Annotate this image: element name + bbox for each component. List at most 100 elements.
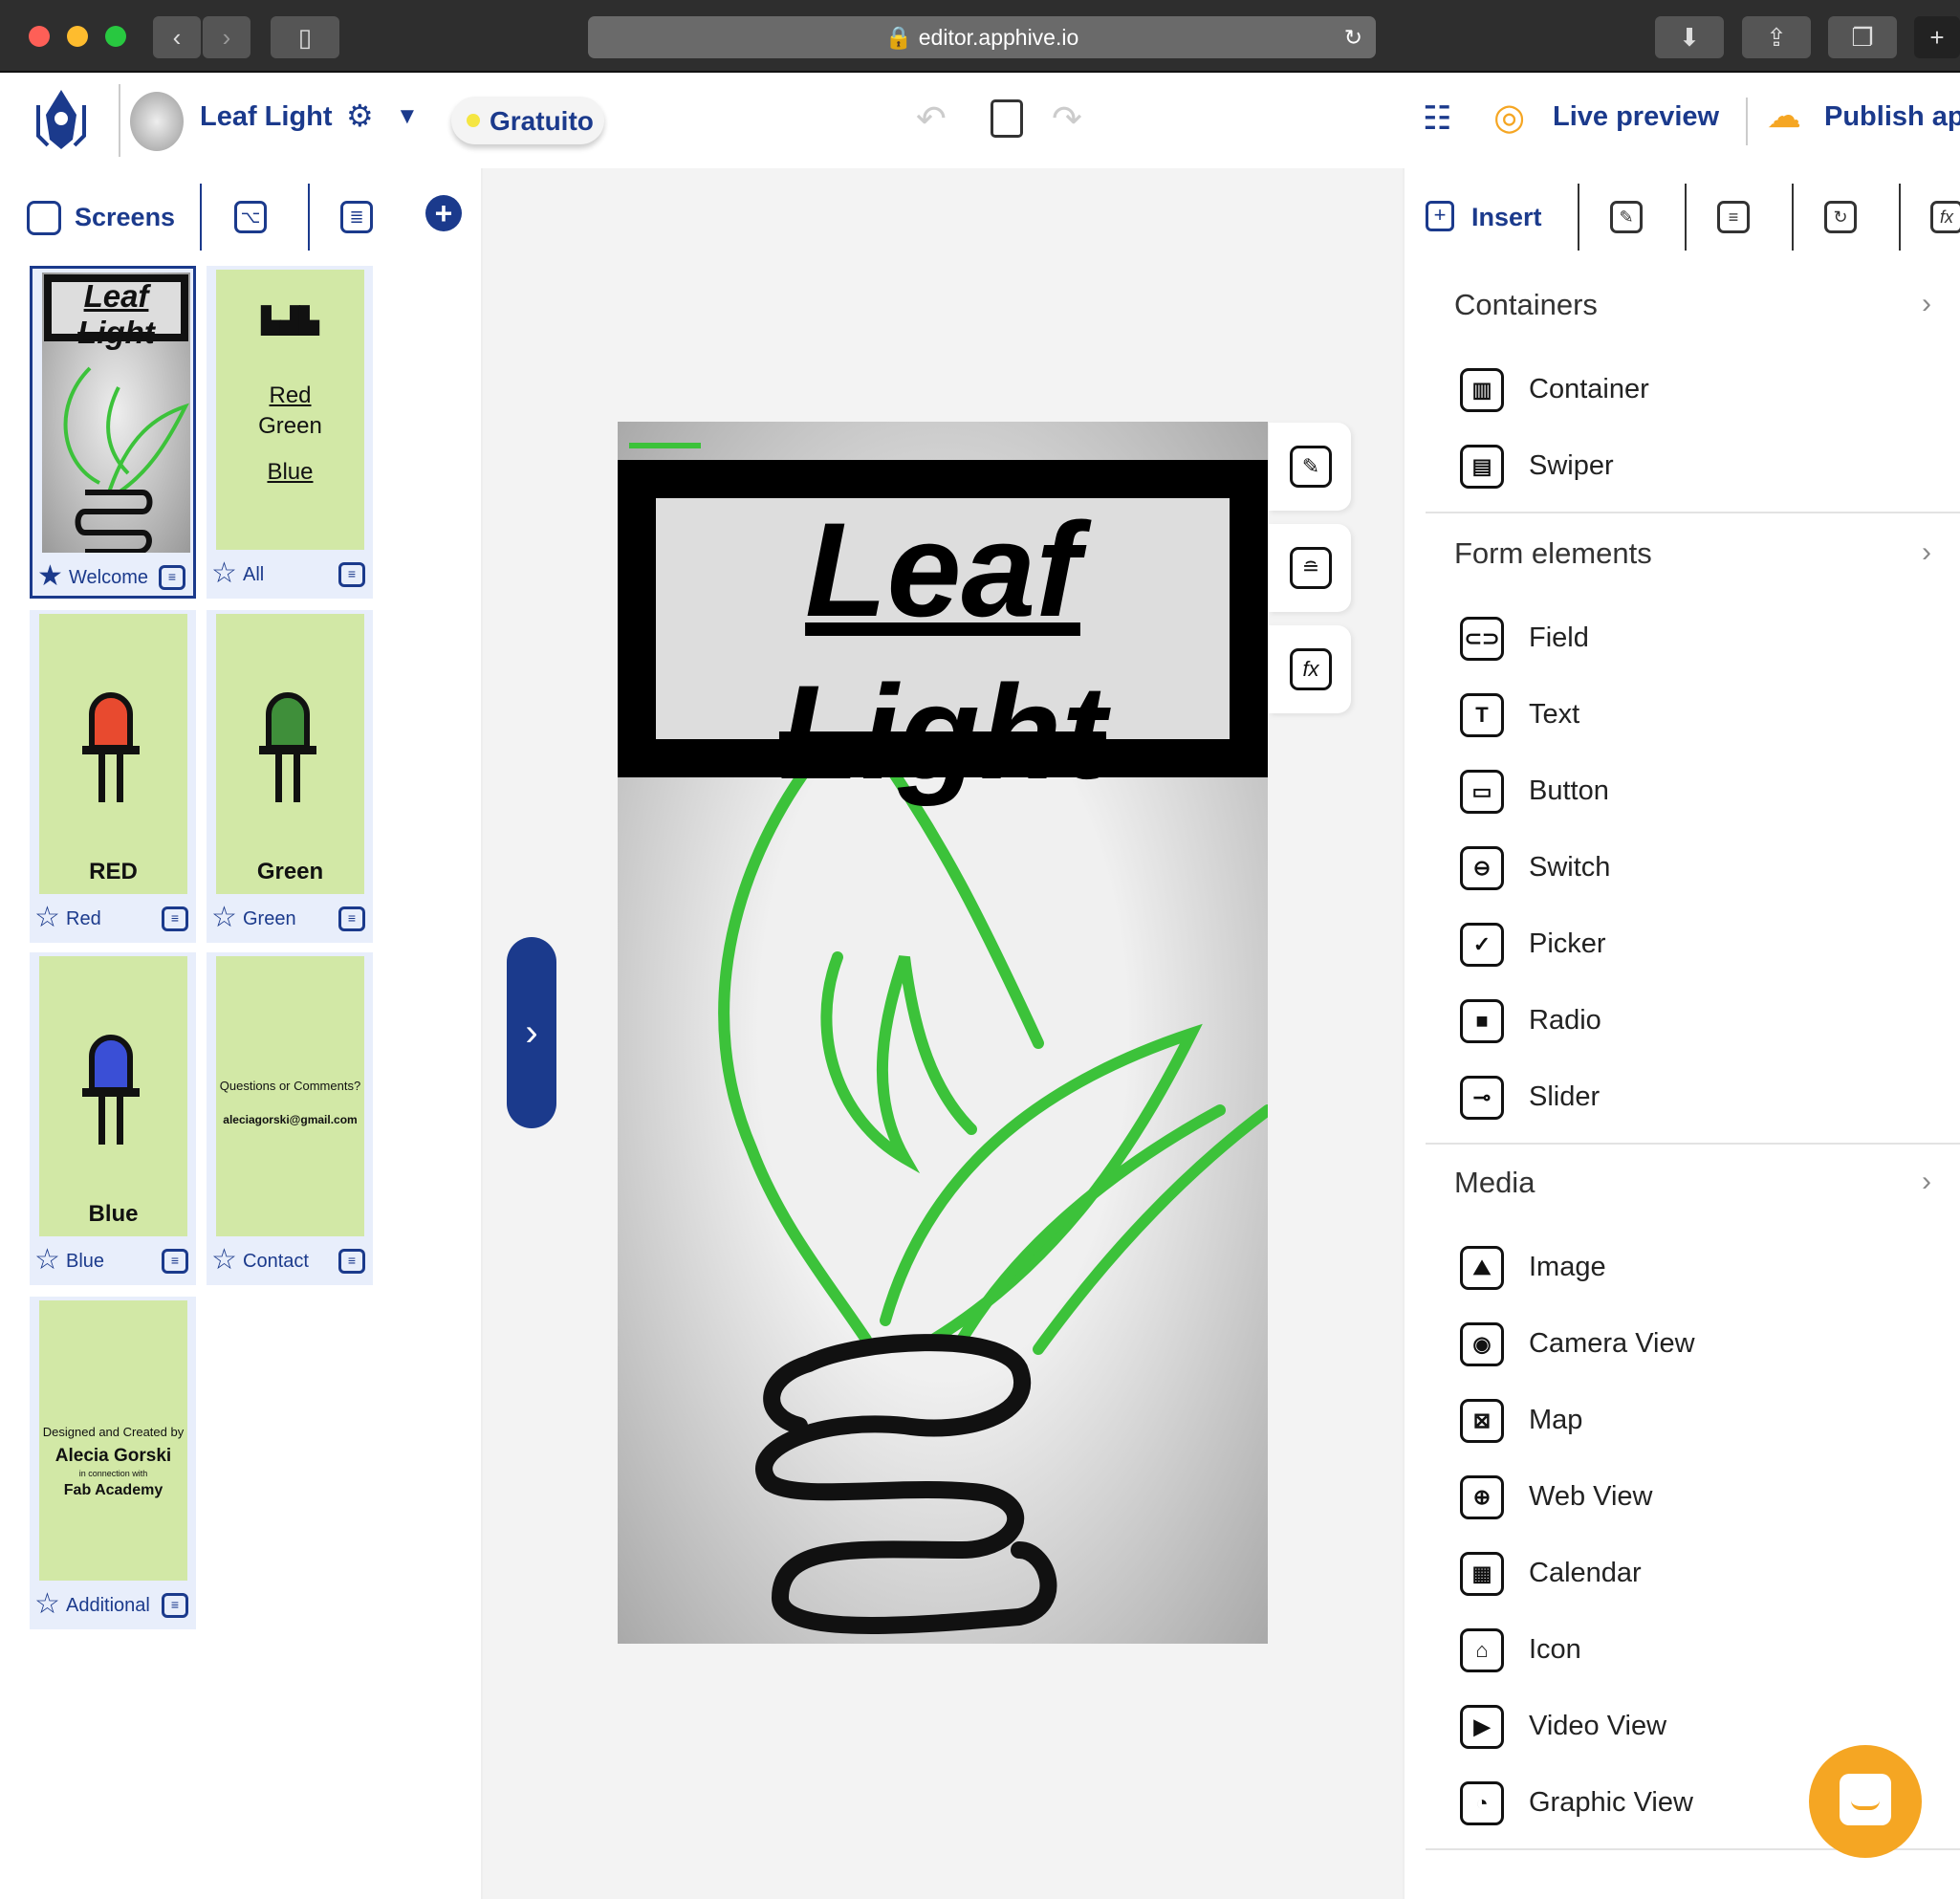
screens-panel: Screens ⌥ ≣ + Leaf Light ★ Welcome ≡ ▙▟▙… — [0, 168, 483, 1899]
edit-tool-button[interactable]: ✎ — [1269, 423, 1351, 511]
insert-item-text[interactable]: T Text — [1460, 693, 1842, 747]
list-tab-icon[interactable]: ≡ — [1717, 201, 1750, 233]
screen-menu-icon[interactable]: ≡ — [162, 1593, 188, 1618]
section-containers[interactable]: Containers — [1454, 288, 1598, 322]
led-red-icon — [82, 692, 140, 802]
screen-menu-icon[interactable]: ≡ — [338, 562, 365, 587]
sitemap-icon[interactable]: ☷ — [1423, 99, 1451, 138]
insert-item-video-view[interactable]: ▶ Video View — [1460, 1705, 1842, 1758]
chat-icon — [1840, 1774, 1891, 1825]
undo-icon[interactable]: ↶ — [916, 98, 947, 141]
insert-item-web-view[interactable]: ⊕ Web View — [1460, 1475, 1842, 1529]
edit-tab-icon[interactable]: ✎ — [1610, 201, 1643, 233]
insert-item-label: Icon — [1529, 1634, 1581, 1665]
address-bar[interactable]: 🔒 editor.apphive.io ↻ — [588, 16, 1376, 58]
divider — [1578, 184, 1579, 251]
maximize-window-button[interactable] — [105, 26, 126, 47]
screens-tab-icon — [27, 201, 61, 235]
icon-icon: ⌂ — [1460, 1628, 1504, 1672]
share-icon[interactable]: ⇪ — [1742, 16, 1811, 58]
screen-menu-icon[interactable]: ≡ — [159, 565, 185, 590]
sync-tab-icon[interactable]: ↻ — [1824, 201, 1857, 233]
insert-item-slider[interactable]: ⊸ Slider — [1460, 1076, 1842, 1129]
new-tab-button[interactable]: + — [1914, 16, 1960, 58]
chevron-right-icon[interactable]: › — [1922, 288, 1931, 320]
insert-item-swiper[interactable]: ▤ Swiper — [1460, 445, 1842, 498]
function-tab-icon[interactable]: fx — [1930, 201, 1960, 233]
close-window-button[interactable] — [29, 26, 50, 47]
phone-preview[interactable]: Leaf Light — [618, 422, 1268, 1644]
reload-icon[interactable]: ↻ — [1344, 16, 1362, 58]
tabs-icon[interactable]: ❐ — [1828, 16, 1897, 58]
insert-item-icon[interactable]: ⌂ Icon — [1460, 1628, 1842, 1682]
app-header: Leaf Light ⚙ ▼ Gratuito ↶ ↷ ☷ ◎ Live pre… — [0, 73, 1960, 168]
screen-thumb-welcome[interactable]: Leaf Light ★ Welcome ≡ — [30, 266, 196, 599]
insert-item-image[interactable]: ⛰ Image — [1460, 1246, 1842, 1299]
app-name[interactable]: Leaf Light — [200, 101, 333, 133]
screen-thumb-green[interactable]: Green ☆ Green ≡ — [207, 610, 373, 943]
section-form-elements[interactable]: Form elements — [1454, 536, 1652, 571]
insert-item-graphic-view[interactable]: ◔ Graphic View — [1460, 1781, 1842, 1835]
expand-panel-chevron-icon[interactable]: › — [507, 937, 556, 1128]
flow-tab-icon[interactable]: ⌥ — [234, 201, 267, 233]
plan-label: Gratuito — [490, 106, 594, 136]
divider — [200, 184, 202, 251]
insert-item-map[interactable]: ⊠ Map — [1460, 1399, 1842, 1452]
download-icon[interactable]: ⬇ — [1655, 16, 1724, 58]
live-preview-button[interactable]: Live preview — [1553, 101, 1719, 133]
chevron-right-icon[interactable]: › — [1922, 536, 1931, 569]
screen-thumb-additional[interactable]: Designed and Created by Alecia Gorski in… — [30, 1297, 196, 1629]
forward-button[interactable]: › — [203, 16, 250, 58]
screen-name: Blue — [66, 1251, 105, 1272]
insert-item-container[interactable]: ▥ Container — [1460, 368, 1842, 422]
star-outline-icon[interactable]: ☆ — [34, 901, 60, 934]
tab-screens[interactable]: Screens — [75, 203, 175, 232]
led-green-icon — [259, 692, 316, 802]
sidebar-toggle-icon[interactable]: ▯ — [271, 16, 339, 58]
screen-thumb-all[interactable]: ▙▟▙ Red Green Blue ☆ All ≡ — [207, 266, 373, 599]
screen-thumb-red[interactable]: RED ☆ Red ≡ — [30, 610, 196, 943]
screen-menu-icon[interactable]: ≡ — [162, 906, 188, 931]
screen-menu-icon[interactable]: ≡ — [338, 1249, 365, 1274]
insert-tab-icon: + — [1426, 201, 1454, 231]
star-outline-icon[interactable]: ☆ — [34, 1587, 60, 1621]
insert-item-camera-view[interactable]: ◉ Camera View — [1460, 1322, 1842, 1376]
publish-app-button[interactable]: Publish app — [1824, 101, 1960, 133]
star-outline-icon[interactable]: ☆ — [211, 1243, 237, 1277]
add-screen-button[interactable]: + — [425, 195, 462, 231]
screen-preview: Questions or Comments? aleciagorski@gmai… — [216, 956, 364, 1236]
insert-item-label: Video View — [1529, 1711, 1667, 1741]
chevron-right-icon[interactable]: › — [1922, 1166, 1931, 1198]
insert-item-radio[interactable]: ■ Radio — [1460, 999, 1842, 1053]
switch-icon: ⊖ — [1460, 846, 1504, 890]
resources-tab-icon[interactable]: ≣ — [340, 201, 373, 233]
insert-item-button[interactable]: ▭ Button — [1460, 770, 1842, 823]
back-button[interactable]: ‹ — [153, 16, 201, 58]
insert-item-calendar[interactable]: ▦ Calendar — [1460, 1552, 1842, 1605]
database-tool-button[interactable]: ≘ — [1269, 524, 1351, 612]
screen-menu-icon[interactable]: ≡ — [338, 906, 365, 931]
app-dropdown-chevron-icon[interactable]: ▼ — [396, 103, 419, 130]
plan-badge[interactable]: Gratuito — [451, 97, 604, 144]
tab-insert[interactable]: Insert — [1471, 203, 1542, 232]
screen-menu-icon[interactable]: ≡ — [162, 1249, 188, 1274]
save-icon[interactable] — [991, 99, 1023, 138]
screen-thumb-blue[interactable]: Blue ☆ Blue ≡ — [30, 952, 196, 1285]
chat-support-button[interactable] — [1809, 1745, 1922, 1858]
screen-thumb-contact[interactable]: Questions or Comments? aleciagorski@gmai… — [207, 952, 373, 1285]
map-icon: ⊠ — [1460, 1399, 1504, 1443]
apphive-logo[interactable] — [29, 86, 94, 155]
screen-name: Green — [243, 908, 296, 929]
settings-gear-icon[interactable]: ⚙ — [346, 98, 374, 134]
star-outline-icon[interactable]: ☆ — [34, 1243, 60, 1277]
redo-icon[interactable]: ↷ — [1052, 98, 1082, 141]
star-filled-icon[interactable]: ★ — [37, 559, 63, 593]
insert-item-picker[interactable]: ✓ Picker — [1460, 923, 1842, 976]
insert-item-switch[interactable]: ⊖ Switch — [1460, 846, 1842, 900]
insert-item-field[interactable]: ⊂⊃ Field — [1460, 617, 1842, 670]
function-tool-button[interactable]: fx — [1269, 625, 1351, 713]
section-media[interactable]: Media — [1454, 1166, 1535, 1200]
star-outline-icon[interactable]: ☆ — [211, 901, 237, 934]
minimize-window-button[interactable] — [67, 26, 88, 47]
star-outline-icon[interactable]: ☆ — [211, 557, 237, 590]
